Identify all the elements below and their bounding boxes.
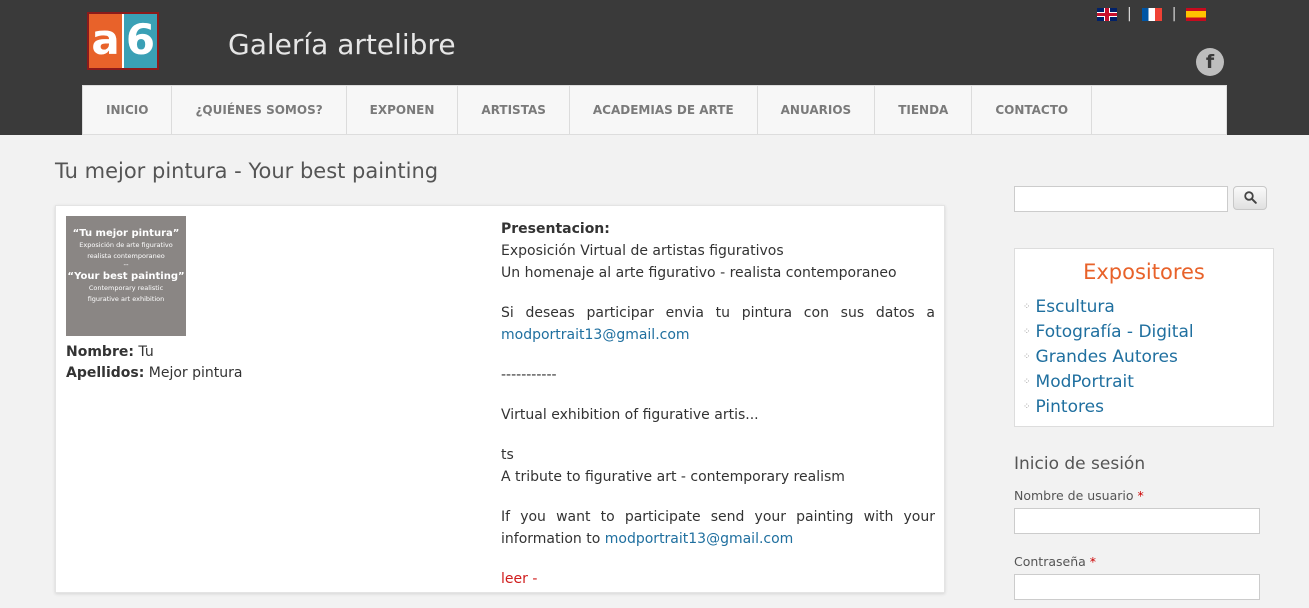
exhibition-thumbnail[interactable]: “Tu mejor pintura” Exposición de arte fi…: [66, 216, 186, 336]
lang-separator: |: [1171, 6, 1177, 22]
expositor-label[interactable]: ModPortrait: [1036, 372, 1134, 392]
expositor-item[interactable]: ⁘ Escultura: [1023, 295, 1194, 320]
expositor-label[interactable]: Escultura: [1036, 297, 1115, 317]
password-label-text: Contraseña: [1014, 554, 1086, 569]
thumb-title-en: “Your best painting”: [67, 271, 185, 282]
language-switcher: | |: [1097, 6, 1207, 22]
logo-letter-a: a: [89, 14, 122, 68]
expositores-list: ⁘ Escultura ⁘ Fotografía - Digital ⁘ Grande…: [1023, 295, 1194, 419]
virtual-en: Virtual exhibition of figurative artis..…: [501, 407, 759, 423]
required-mark: *: [1137, 488, 1144, 503]
main-nav: INICIO ¿QUIÉNES SOMOS? EXPONEN ARTISTAS …: [82, 85, 1227, 135]
required-mark: *: [1089, 554, 1097, 569]
nav-item-artistas[interactable]: ARTISTAS: [458, 86, 570, 134]
apellidos-value: Mejor pintura: [148, 365, 243, 381]
nav-item-anuarios[interactable]: ANUARIOS: [758, 86, 876, 134]
password-label: Contraseña *: [1014, 554, 1096, 569]
search-button[interactable]: [1233, 186, 1267, 210]
bullet-icon: ⁘: [1023, 302, 1031, 313]
logo-letter-6: 6: [124, 14, 157, 68]
desc-line-2: Un homenaje al arte figurativo - realist…: [501, 265, 897, 281]
expositor-label[interactable]: Pintores: [1036, 397, 1104, 417]
bullet-icon: ⁘: [1023, 351, 1031, 362]
ts-text: ts: [501, 447, 514, 463]
artist-card: “Tu mejor pintura” Exposición de arte fi…: [55, 205, 945, 593]
nav-item-tienda[interactable]: TIENDA: [875, 86, 973, 134]
username-label: Nombre de usuario *: [1014, 488, 1144, 503]
bullet-icon: ⁘: [1023, 401, 1031, 412]
facebook-icon[interactable]: f: [1196, 48, 1224, 76]
expositor-item[interactable]: ⁘ Fotografía - Digital: [1023, 320, 1194, 345]
expositor-label[interactable]: Fotografía - Digital: [1036, 322, 1194, 342]
page-title: Tu mejor pintura - Your best painting: [55, 159, 439, 183]
thumb-sub-es-2: realista contemporaneo: [87, 252, 165, 260]
site-header: a 6 Galería artelibre | | f INICIO ¿QUIÉ…: [0, 0, 1309, 135]
expositor-item[interactable]: ⁘ Pintores: [1023, 394, 1194, 419]
uk-flag-icon[interactable]: [1097, 7, 1117, 21]
site-title[interactable]: Galería artelibre: [228, 28, 456, 61]
search-input[interactable]: [1014, 186, 1228, 212]
nav-item-quienes-somos[interactable]: ¿QUIÉNES SOMOS?: [172, 86, 347, 134]
thumb-sub-en-1: Contemporary realistic: [88, 284, 164, 292]
thumb-dash: --: [123, 261, 129, 269]
expositor-item[interactable]: ⁘ Grandes Autores: [1023, 345, 1194, 370]
desc-line-1: Exposición Virtual de artistas figurativ…: [501, 243, 784, 259]
read-more-link[interactable]: leer -: [501, 571, 537, 587]
participate-es: Si deseas participar envia tu pintura co…: [501, 305, 935, 321]
divider-text: -----------: [501, 367, 557, 383]
password-input[interactable]: [1014, 574, 1260, 600]
presentacion-label: Presentacion:: [501, 221, 610, 237]
bullet-icon: ⁘: [1023, 376, 1031, 387]
email-link-2[interactable]: modportrait13@gmail.com: [605, 531, 794, 547]
thumb-sub-en-2: figurative art exhibition: [87, 295, 165, 303]
nav-item-exponen[interactable]: EXPONEN: [347, 86, 459, 134]
tribute-en: A tribute to figurative art - contempora…: [501, 469, 845, 485]
bullet-icon: ⁘: [1023, 327, 1031, 338]
apellidos-line: Apellidos: Mejor pintura: [66, 365, 242, 381]
login-title: Inicio de sesión: [1014, 454, 1146, 474]
thumb-title-es: “Tu mejor pintura”: [72, 228, 180, 239]
nav-item-contacto[interactable]: CONTACTO: [972, 86, 1093, 134]
thumb-sub-es-1: Exposición de arte figurativo: [79, 241, 173, 249]
apellidos-label: Apellidos:: [66, 365, 145, 381]
nav-item-academias-de-arte[interactable]: ACADEMIAS DE ARTE: [570, 86, 758, 134]
nombre-line: Nombre: Tu: [66, 344, 154, 360]
username-input[interactable]: [1014, 508, 1260, 534]
username-label-text: Nombre de usuario: [1014, 488, 1134, 503]
expositor-label[interactable]: Grandes Autores: [1036, 347, 1178, 367]
participate-en: If you want to participate send your pai…: [501, 509, 935, 525]
spain-flag-icon[interactable]: [1186, 7, 1207, 21]
email-link-1[interactable]: modportrait13@gmail.com: [501, 327, 690, 343]
info-to-text: information to: [501, 531, 601, 547]
nombre-value: Tu: [138, 344, 154, 360]
expositor-item[interactable]: ⁘ ModPortrait: [1023, 369, 1194, 394]
lang-separator: |: [1127, 6, 1132, 22]
nav-item-inicio[interactable]: INICIO: [83, 86, 173, 134]
nombre-label: Nombre:: [66, 344, 134, 360]
description: Presentacion: Exposición Virtual de arti…: [501, 218, 935, 590]
expositores-box: Expositores ⁘ Escultura ⁘ Fotografía - Dig…: [1014, 248, 1274, 427]
france-flag-icon[interactable]: [1141, 7, 1162, 21]
site-logo[interactable]: a 6: [87, 12, 159, 70]
expositores-title: Expositores: [1083, 260, 1205, 284]
search-icon: [1244, 191, 1257, 204]
